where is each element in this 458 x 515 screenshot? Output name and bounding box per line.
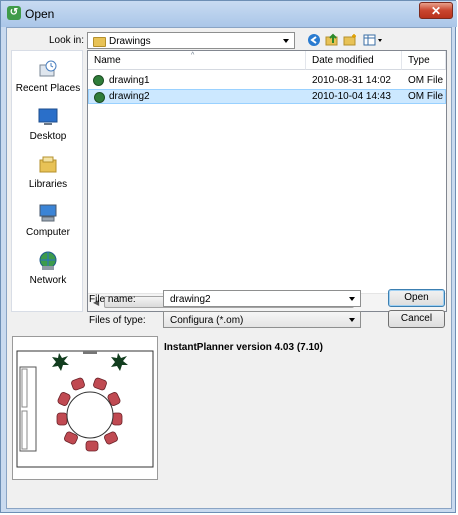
recent-places-icon xyxy=(38,59,58,79)
view-menu-icon[interactable] xyxy=(363,33,383,47)
file-name-value: drawing2 xyxy=(170,294,211,305)
window-title: Open xyxy=(25,7,55,21)
network-icon xyxy=(38,251,58,271)
chevron-down-icon xyxy=(349,318,355,322)
cancel-button[interactable]: Cancel xyxy=(388,310,445,328)
up-folder-icon[interactable] xyxy=(325,33,339,47)
file-type-select[interactable]: Configura (*.om) xyxy=(163,311,361,328)
look-in-label: Look in: xyxy=(49,35,85,46)
libraries-icon xyxy=(38,155,58,175)
file-name: drawing1 xyxy=(109,75,150,86)
file-row-drawing2[interactable]: drawing2 2010-10-04 14:43 OM File xyxy=(88,89,446,104)
file-type: OM File xyxy=(408,75,443,86)
back-icon[interactable] xyxy=(307,33,321,47)
place-label: Recent Places xyxy=(15,83,81,94)
open-button[interactable]: Open xyxy=(388,289,445,307)
new-folder-icon[interactable] xyxy=(343,33,357,47)
file-name: drawing2 xyxy=(109,91,150,102)
version-label: InstantPlanner version 4.03 (7.10) xyxy=(164,342,323,353)
open-dialog: ↺ Open ✕ Look in: Drawings Recent Places… xyxy=(0,0,457,513)
places-bar: Recent Places Desktop Libraries Computer xyxy=(11,50,83,312)
chevron-down-icon xyxy=(283,39,289,43)
file-name-label: File name: xyxy=(89,294,136,305)
column-header-date[interactable]: Date modified xyxy=(306,51,402,70)
look-in-value: Drawings xyxy=(109,36,151,47)
om-file-icon xyxy=(93,75,104,86)
file-date: 2010-10-04 14:43 xyxy=(312,91,391,102)
dialog-body: Look in: Drawings Recent Places Desktop … xyxy=(6,27,452,509)
look-in-combo[interactable]: Drawings xyxy=(87,32,295,49)
place-label: Desktop xyxy=(29,131,67,142)
file-type-label: Files of type: xyxy=(89,315,146,326)
desktop-icon xyxy=(38,107,58,127)
place-network[interactable]: Network xyxy=(12,249,84,297)
file-type: OM File xyxy=(408,91,443,102)
place-label: Network xyxy=(29,275,67,286)
file-type-value: Configura (*.om) xyxy=(170,315,244,326)
place-desktop[interactable]: Desktop xyxy=(12,105,84,153)
file-name-field[interactable]: drawing2 xyxy=(163,290,361,307)
file-date: 2010-08-31 14:02 xyxy=(312,75,391,86)
column-header-name[interactable]: Name xyxy=(88,51,306,70)
place-recent-places[interactable]: Recent Places xyxy=(12,57,84,105)
om-file-icon xyxy=(94,92,105,103)
folder-icon xyxy=(93,37,106,47)
place-label: Computer xyxy=(26,227,70,238)
chevron-down-icon xyxy=(349,297,355,301)
computer-icon xyxy=(38,203,58,223)
column-header-type[interactable]: Type xyxy=(402,51,446,70)
sort-ascending-icon: ^ xyxy=(191,52,195,59)
title-bar: ↺ Open ✕ xyxy=(1,1,457,27)
drawing-preview xyxy=(12,336,158,480)
floor-plan-thumbnail xyxy=(16,350,154,468)
place-computer[interactable]: Computer xyxy=(12,201,84,249)
app-icon: ↺ xyxy=(7,6,21,20)
file-row-drawing1[interactable]: drawing1 2010-08-31 14:02 OM File xyxy=(88,73,446,88)
file-list: Name ^ Date modified Type drawing1 2010-… xyxy=(87,50,447,312)
place-libraries[interactable]: Libraries xyxy=(12,153,84,201)
close-button[interactable]: ✕ xyxy=(419,2,453,19)
place-label: Libraries xyxy=(28,179,68,190)
